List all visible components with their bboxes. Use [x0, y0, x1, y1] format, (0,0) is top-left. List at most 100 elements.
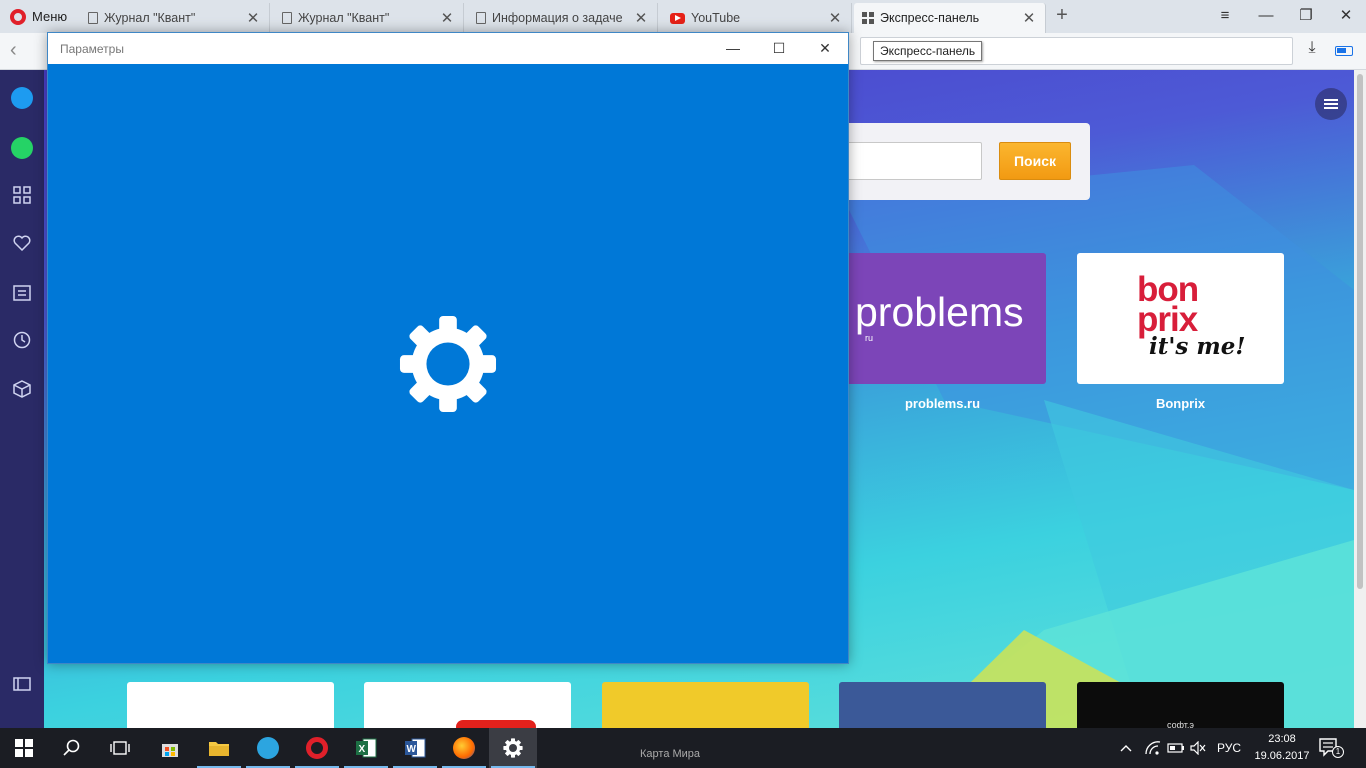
tab-menu-icon[interactable]: ≡: [1205, 2, 1245, 30]
tab-speed-dial[interactable]: Экспресс-панель ✕: [854, 3, 1046, 33]
browser-minimize-button[interactable]: —: [1246, 2, 1286, 30]
tile-caption-problems: problems.ru: [904, 396, 981, 411]
opera-sidebar: [0, 70, 44, 728]
tile-logo-text: софт.э: [1166, 720, 1195, 728]
tab-close-icon[interactable]: ✕: [827, 9, 843, 27]
tray-battery-icon[interactable]: [1167, 740, 1185, 756]
volume-muted-icon[interactable]: [1190, 740, 1206, 756]
opera-logo-icon: [10, 8, 26, 25]
back-button[interactable]: ‹: [10, 39, 32, 63]
tab-close-icon[interactable]: ✕: [1021, 9, 1037, 27]
telegram-icon: [257, 737, 279, 759]
word-icon: W: [405, 738, 426, 758]
tile-logo-shape: [456, 720, 536, 728]
settings-titlebar[interactable]: Параметры — ☐ ✕: [48, 33, 848, 64]
window-title: Параметры: [60, 42, 124, 56]
language-indicator[interactable]: РУС: [1217, 740, 1241, 756]
speed-dial-tile[interactable]: [364, 682, 571, 728]
clock-time: 23:08: [1268, 733, 1296, 745]
tab-youtube[interactable]: YouTube ✕: [662, 3, 852, 33]
scrollbar-thumb[interactable]: [1357, 74, 1363, 589]
start-button[interactable]: [0, 728, 48, 768]
speed-dial-tile[interactable]: [839, 682, 1046, 728]
tab-tooltip: Экспресс-панель: [873, 41, 983, 61]
tab-kvant-1[interactable]: Журнал "Квант" ✕: [80, 3, 270, 33]
minimize-button[interactable]: —: [710, 33, 756, 64]
browser-tab-strip: Меню Журнал "Квант" ✕ Журнал "Квант" ✕ И…: [0, 0, 1366, 33]
search-taskbar-button[interactable]: [48, 728, 96, 768]
news-icon[interactable]: [9, 280, 35, 306]
store-icon: [162, 744, 178, 757]
speed-dial-icon: [862, 12, 874, 24]
sliders-icon: [1324, 97, 1338, 111]
tab-label: Журнал "Квант": [298, 11, 390, 25]
folder-icon: [209, 742, 229, 756]
speed-dial-tile[interactable]: софт.э: [1077, 682, 1284, 728]
tile-caption-bonprix: Bonprix: [1155, 396, 1206, 411]
bonprix-logo-slogan: it's me!: [1149, 333, 1246, 360]
system-clock[interactable]: 23:08 19.06.2017: [1253, 731, 1311, 765]
new-tab-button[interactable]: +: [1050, 4, 1074, 28]
excel-taskbar-button[interactable]: X: [342, 728, 390, 768]
tab-task-info[interactable]: Информация о задаче ✕: [468, 3, 658, 33]
opera-icon: [306, 737, 328, 759]
taskbar: Карта Мира X W РУС 23:08 19.06.2017 1: [0, 728, 1366, 768]
speed-dial-tile-bonprix[interactable]: bon prix it's me!: [1077, 253, 1284, 384]
task-view-button[interactable]: [96, 728, 144, 768]
speed-dial-sidebar-icon[interactable]: [9, 182, 35, 208]
opera-menu-button[interactable]: Меню: [0, 0, 78, 33]
tab-label: YouTube: [691, 11, 741, 25]
sidebar-toggle-icon[interactable]: [9, 671, 35, 697]
windows-logo-icon: [15, 739, 33, 757]
browser-close-button[interactable]: ✕: [1326, 2, 1366, 30]
settings-window: Параметры — ☐ ✕: [47, 32, 849, 664]
firefox-taskbar-button[interactable]: [440, 728, 488, 768]
wifi-icon[interactable]: [1145, 740, 1161, 756]
heart-icon[interactable]: [9, 230, 35, 256]
messenger-icon[interactable]: [9, 85, 35, 111]
page-scrollbar[interactable]: [1354, 70, 1366, 728]
clock-date: 19.06.2017: [1254, 750, 1310, 762]
youtube-icon: [670, 12, 685, 24]
word-taskbar-button[interactable]: W: [391, 728, 439, 768]
problems-logo-sub: ru: [865, 333, 874, 343]
browser-restore-button[interactable]: ❐: [1286, 2, 1326, 30]
menu-label: Меню: [32, 9, 68, 24]
svg-text:W: W: [407, 744, 417, 755]
speed-dial-tile[interactable]: [127, 682, 334, 728]
store-taskbar-button[interactable]: [146, 728, 194, 768]
tab-label: Журнал "Квант": [104, 11, 196, 25]
taskbar-background-label: Карта Мира: [640, 748, 701, 760]
svg-text:X: X: [359, 744, 366, 755]
speed-dial-tile[interactable]: [602, 682, 809, 728]
excel-icon: X: [356, 738, 377, 758]
tab-close-icon[interactable]: ✕: [633, 9, 649, 27]
notification-count: 1: [1332, 746, 1344, 758]
close-button[interactable]: ✕: [802, 33, 848, 64]
bonprix-logo-line2: prix: [1137, 300, 1198, 339]
speed-dial-tile-problems[interactable]: problems ru: [839, 253, 1046, 384]
maximize-button[interactable]: ☐: [756, 33, 802, 64]
settings-icon: [503, 738, 523, 758]
document-icon: [476, 12, 486, 24]
search-button[interactable]: Поиск: [999, 142, 1071, 180]
battery-saver-icon[interactable]: [1335, 46, 1353, 56]
file-explorer-taskbar-button[interactable]: [195, 728, 243, 768]
search-icon: [63, 739, 80, 756]
tray-chevron-up-icon[interactable]: [1120, 740, 1132, 756]
tab-close-icon[interactable]: ✕: [439, 9, 455, 27]
opera-taskbar-button[interactable]: [293, 728, 341, 768]
history-icon[interactable]: [9, 327, 35, 353]
whatsapp-icon[interactable]: [9, 135, 35, 161]
tab-kvant-2[interactable]: Журнал "Квант" ✕: [274, 3, 464, 33]
extensions-icon[interactable]: [9, 376, 35, 402]
task-view-icon: [110, 741, 130, 755]
settings-taskbar-button[interactable]: [489, 728, 537, 768]
easy-setup-button[interactable]: [1315, 88, 1347, 120]
action-center-button[interactable]: 1: [1318, 736, 1348, 760]
telegram-taskbar-button[interactable]: [244, 728, 292, 768]
tab-close-icon[interactable]: ✕: [245, 9, 261, 27]
speed-dial-search-panel: Поиск: [820, 123, 1090, 200]
tab-label: Информация о задаче: [492, 11, 623, 25]
download-icon[interactable]: ⤓: [1300, 39, 1324, 63]
